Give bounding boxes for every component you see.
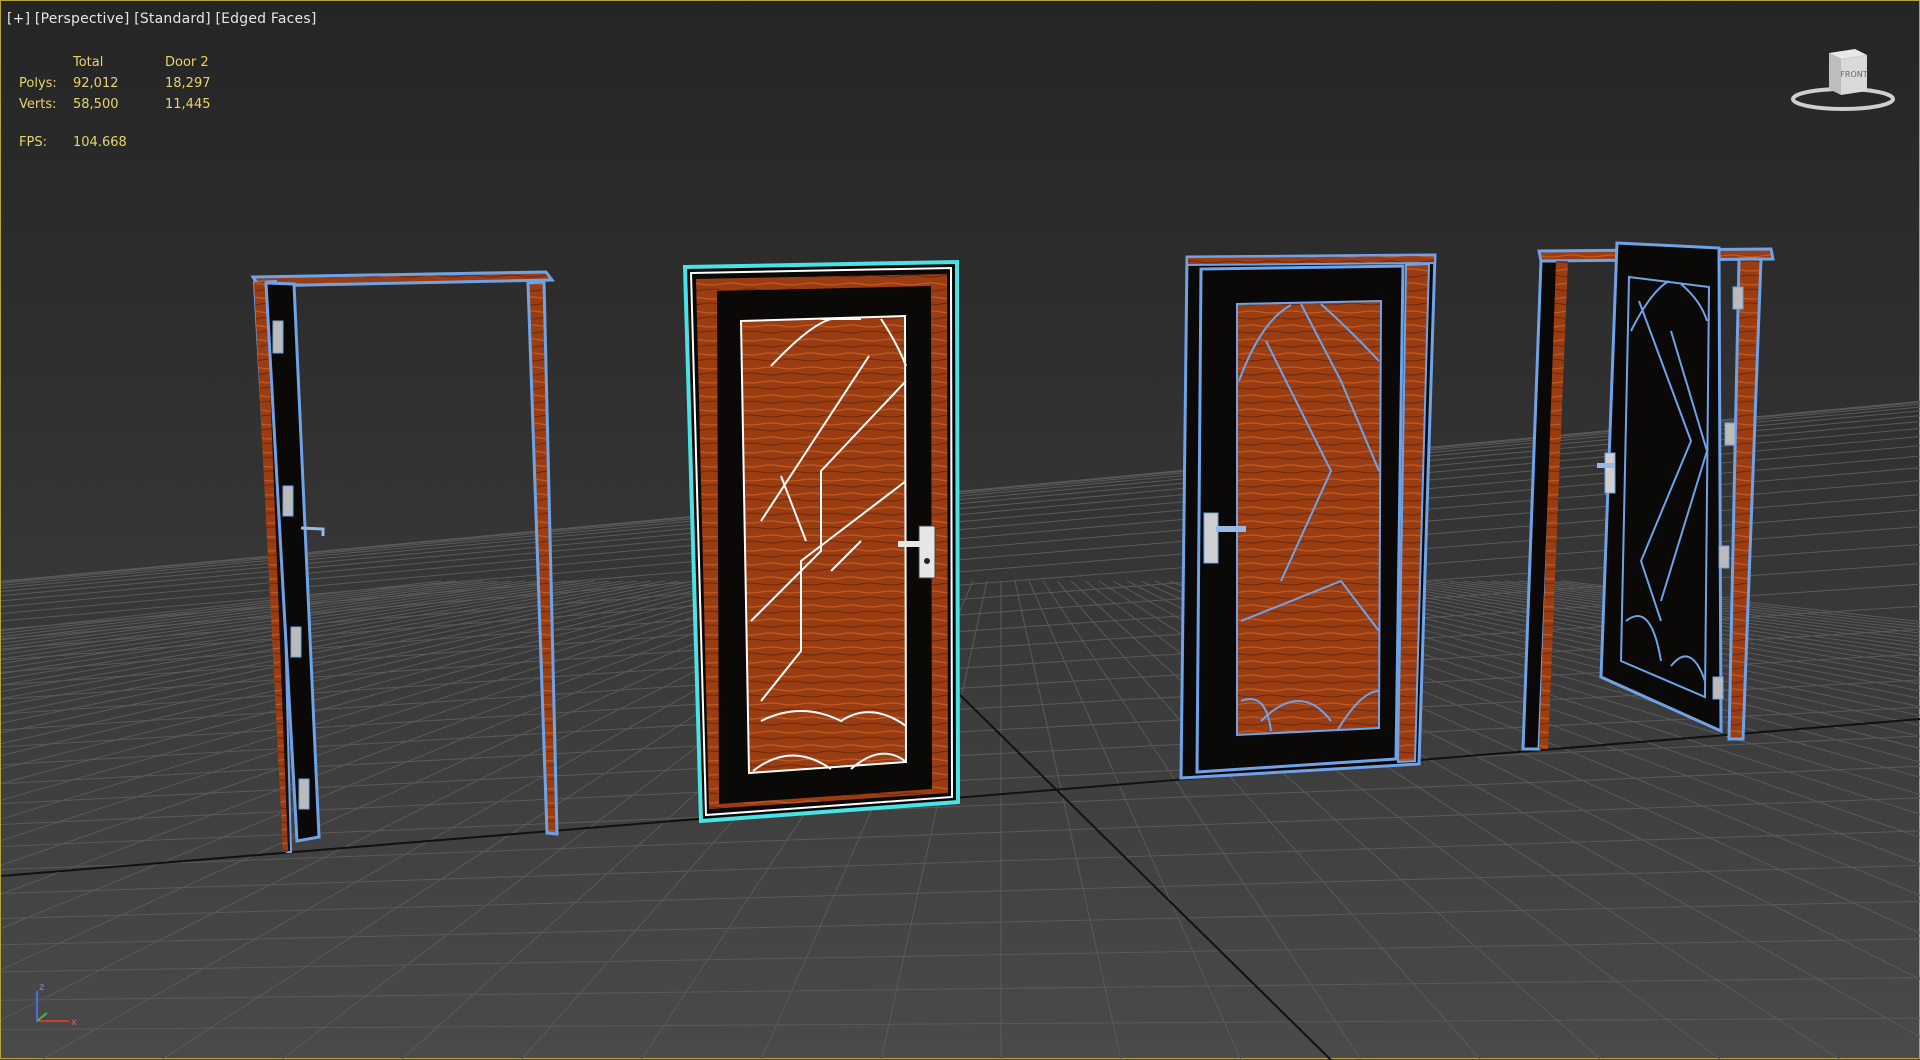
stats-header-total: Total [73, 55, 104, 70]
statistics-panel: Total Door 2 Polys: 92,012 18,297 Verts:… [19, 52, 245, 115]
stats-verts-total: 58,500 [73, 97, 119, 112]
stats-verts-object: 11,445 [165, 97, 211, 112]
grid-line [1, 864, 1920, 920]
x-axis-label: x [71, 1017, 77, 1028]
fps-value: 104.668 [73, 135, 127, 150]
grid-line [1, 1017, 1920, 1031]
viewcube-left-face[interactable] [1829, 53, 1841, 95]
y-axis-line [36, 1012, 48, 1022]
viewport-general-menu[interactable]: [+] [7, 11, 30, 27]
viewport-point-of-view-menu[interactable]: [Perspective] [35, 11, 130, 27]
door-4[interactable] [1521, 241, 1775, 751]
stats-polys-object: 18,297 [165, 76, 211, 91]
door-3[interactable] [1179, 253, 1437, 780]
grid-line [1, 580, 764, 785]
stats-verts-label: Verts: [19, 97, 57, 112]
door-2[interactable] [682, 259, 961, 824]
viewcube[interactable]: FRONT [1789, 47, 1899, 117]
viewcube-face-label: FRONT [1840, 70, 1867, 79]
viewport-label-menu[interactable]: [+] [Perspective] [Standard] [Edged Face… [7, 11, 317, 27]
grid-line [1, 977, 1920, 1001]
fps-label: FPS: [19, 135, 47, 150]
stats-polys-total: 92,012 [73, 76, 119, 91]
grid-line [1, 938, 1920, 973]
fps-counter: FPS: 104.668 [19, 135, 127, 150]
stats-polys-label: Polys: [19, 76, 57, 91]
z-axis-label: z [39, 982, 44, 993]
stats-header-object: Door 2 [165, 55, 209, 70]
grid-line [1, 900, 1920, 946]
axis-tripod: z x [36, 982, 77, 1028]
viewport-scene[interactable] [1, 1, 1920, 1060]
viewport-standard-menu[interactable]: [Standard] [134, 11, 211, 27]
door-1[interactable] [250, 270, 559, 853]
viewport-shading-menu[interactable]: [Edged Faces] [215, 11, 316, 27]
perspective-viewport[interactable]: [+] [Perspective] [Standard] [Edged Face… [0, 0, 1920, 1060]
grid-line [1532, 580, 1920, 628]
